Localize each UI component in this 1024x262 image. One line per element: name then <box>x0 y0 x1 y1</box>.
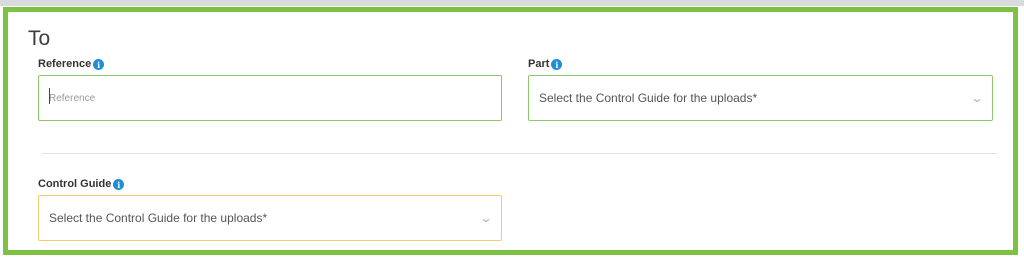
section-title: To <box>28 27 51 50</box>
part-select[interactable]: Select the Control Guide for the uploads… <box>528 75 993 121</box>
control-guide-label: Control Guide <box>38 178 112 190</box>
part-label: Part <box>528 58 550 70</box>
part-label-row: Part i <box>528 58 563 70</box>
control-guide-select-value: Select the Control Guide for the uploads… <box>49 211 268 225</box>
info-icon[interactable]: i <box>113 179 125 190</box>
to-section-frame: To Reference i Part i Select the Control… <box>3 7 1018 255</box>
control-guide-select[interactable]: Select the Control Guide for the uploads… <box>38 195 502 241</box>
chevron-down-icon: ⌄ <box>969 91 985 105</box>
reference-input-box[interactable] <box>38 75 502 121</box>
info-icon[interactable]: i <box>551 59 563 70</box>
reference-label: Reference <box>38 58 92 70</box>
reference-label-row: Reference i <box>38 58 105 70</box>
part-select-value: Select the Control Guide for the uploads… <box>539 91 758 105</box>
chevron-down-icon: ⌄ <box>478 211 494 225</box>
text-caret <box>49 88 50 104</box>
reference-input[interactable] <box>49 92 491 104</box>
window-top-strip <box>0 0 1024 6</box>
info-icon[interactable]: i <box>93 59 105 70</box>
section-divider <box>42 153 997 154</box>
control-guide-label-row: Control Guide i <box>38 178 125 190</box>
